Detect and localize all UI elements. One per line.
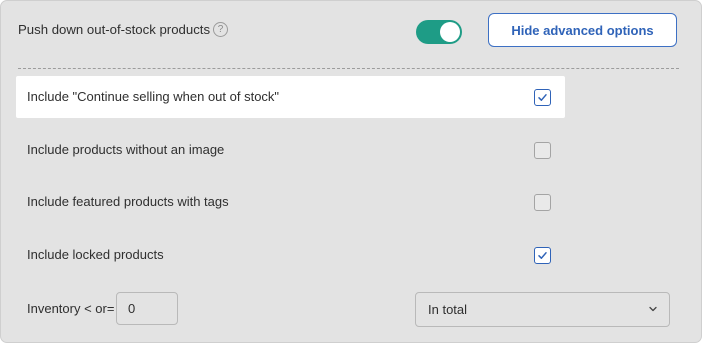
hide-advanced-options-button[interactable]: Hide advanced options xyxy=(488,13,677,47)
checkbox-without-image[interactable] xyxy=(534,142,551,159)
checkmark-icon xyxy=(538,252,547,259)
option-row-locked-products: Include locked products xyxy=(16,234,565,276)
checkmark-icon xyxy=(538,94,547,101)
push-down-toggle[interactable] xyxy=(416,20,462,44)
option-label: Include featured products with tags xyxy=(27,194,229,209)
inventory-threshold-input[interactable] xyxy=(116,292,178,325)
option-label: Include locked products xyxy=(27,247,164,262)
option-row-continue-selling: Include "Continue selling when out of st… xyxy=(16,76,565,118)
dashed-divider xyxy=(18,68,679,69)
chevron-down-icon xyxy=(649,306,657,312)
checkbox-featured-tags[interactable] xyxy=(534,194,551,211)
checkbox-continue-selling[interactable] xyxy=(534,89,551,106)
option-label: Include "Continue selling when out of st… xyxy=(27,89,280,104)
select-value: In total xyxy=(428,302,468,317)
option-row-featured-tags: Include featured products with tags xyxy=(16,181,565,223)
checkbox-locked-products[interactable] xyxy=(534,247,551,264)
inventory-scope-select[interactable]: In total xyxy=(415,292,670,327)
toggle-knob xyxy=(440,22,460,42)
push-down-label: Push down out-of-stock products xyxy=(18,22,211,37)
option-row-without-image: Include products without an image xyxy=(16,129,565,171)
advanced-options-panel: Push down out-of-stock products ? Hide a… xyxy=(0,0,702,343)
inventory-label: Inventory < or= xyxy=(27,301,115,316)
help-circle-icon[interactable]: ? xyxy=(213,22,229,37)
push-down-setting: Push down out-of-stock products ? xyxy=(18,22,229,37)
option-label: Include products without an image xyxy=(27,142,225,157)
